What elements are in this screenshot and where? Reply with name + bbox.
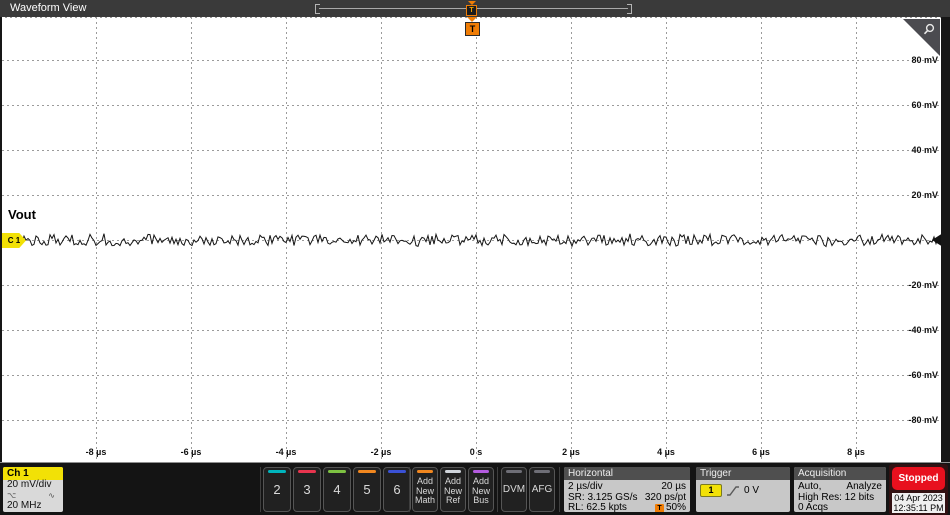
date-time: 04 Apr 2023 12:35:11 PM <box>892 493 945 513</box>
x-axis-label: -4 µs <box>275 447 297 457</box>
trigger-header: Trigger <box>696 467 790 480</box>
acquisition-panel[interactable]: Acquisition Auto, Analyze High Res: 12 b… <box>794 467 886 512</box>
y-axis-label: -40 mV <box>908 325 938 335</box>
x-axis-label: 0 s <box>469 447 483 457</box>
button-color-bar <box>445 470 461 473</box>
add-button-line: Math <box>414 495 435 506</box>
y-axis-label: 40 mV <box>911 145 938 155</box>
channel-color-bar <box>358 470 376 473</box>
channel-4-button[interactable]: 4 <box>323 467 351 512</box>
button-color-bar <box>417 470 433 473</box>
trigger-position-percent: T 50% <box>654 502 686 512</box>
channel-buttons: 2 3 4 5 6 <box>263 467 411 512</box>
rising-edge-icon <box>727 485 739 496</box>
y-axis-label: -80 mV <box>908 415 938 425</box>
overview-left-bracket <box>315 4 320 14</box>
y-axis-label: 80 mV <box>911 55 938 65</box>
channel-color-bar <box>268 470 286 473</box>
overview-trigger-marker[interactable]: T <box>466 1 477 16</box>
channel-6-button[interactable]: 6 <box>383 467 411 512</box>
separator <box>260 467 261 512</box>
channel-button-label: 4 <box>333 482 341 497</box>
record-length: RL: 62.5 kpts <box>568 502 627 512</box>
channel-color-bar <box>298 470 316 473</box>
run-state-block: Stopped 04 Apr 2023 12:35:11 PM <box>889 464 948 515</box>
time-per-div: 2 µs/div <box>568 481 603 492</box>
trigger-source-badge: 1 <box>700 484 722 497</box>
add-new-bus-button[interactable]: Add New Bus <box>468 467 494 512</box>
utility-button-label: DVM <box>502 484 526 495</box>
y-axis-label: -20 mV <box>908 280 938 290</box>
separator <box>409 467 410 512</box>
button-color-bar <box>534 470 550 473</box>
horizontal-panel[interactable]: Horizontal 2 µs/div 20 µs SR: 3.125 GS/s… <box>564 467 690 512</box>
date: 04 Apr 2023 <box>894 493 943 503</box>
horizontal-header: Horizontal <box>564 467 690 480</box>
channel1-bandwidth: 20 MHz <box>7 499 42 511</box>
channel-color-bar <box>328 470 346 473</box>
utility-button-label: AFG <box>531 484 553 495</box>
overview-right-bracket <box>627 4 632 14</box>
add-button-line: Bus <box>473 495 489 506</box>
x-axis-label: -6 µs <box>180 447 202 457</box>
y-axis-label: 60 mV <box>911 100 938 110</box>
add-new-buttons: Add New Math Add New Ref Add New Bus <box>412 467 494 512</box>
acq-mode: Auto, <box>798 481 822 492</box>
y-axis-label: -60 mV <box>908 370 938 380</box>
x-axis-label: 4 µs <box>657 447 675 457</box>
channel-button-label: 6 <box>393 482 401 497</box>
acq-analyze: Analyze <box>846 481 882 492</box>
acquisition-header: Acquisition <box>794 467 886 480</box>
trigger-level: 0 V <box>744 485 760 496</box>
time: 12:35:11 PM <box>893 503 944 513</box>
oscilloscope-screen: Waveform View T 80 mV 60 mV 40 mV 20 mV -20 … <box>0 0 950 515</box>
utility-buttons: DVM AFG <box>501 467 555 512</box>
add-button-line: Ref <box>445 495 460 506</box>
run-stop-button[interactable]: Stopped <box>892 467 945 490</box>
window-title: Waveform View <box>10 2 87 14</box>
graticule <box>0 17 950 462</box>
button-color-bar <box>473 470 489 473</box>
x-axis-label: 6 µs <box>752 447 770 457</box>
magnifier-icon <box>923 23 935 35</box>
trigger-panel[interactable]: Trigger 1 0 V <box>696 467 790 512</box>
probe-icon: ⌥ <box>7 490 17 500</box>
right-edge-band <box>941 17 950 462</box>
x-axis-label: -2 µs <box>370 447 392 457</box>
trigger-flag-label: T <box>465 22 480 36</box>
acq-count: 0 Acqs <box>798 502 829 512</box>
channel-button-label: 5 <box>363 482 371 497</box>
channel-5-button[interactable]: 5 <box>353 467 381 512</box>
separator <box>497 467 498 512</box>
x-axis-label: 2 µs <box>562 447 580 457</box>
x-axis-label: 8 µs <box>847 447 865 457</box>
trigger-position-icon: T <box>654 504 664 512</box>
overview-trigger-label: T <box>466 5 477 16</box>
sine-icon: ∿ <box>48 490 55 500</box>
trigger-position-flag[interactable]: T <box>465 17 480 36</box>
channel-button-label: 3 <box>303 482 311 497</box>
dvm-button[interactable]: DVM <box>501 467 527 512</box>
channel-color-bar <box>388 470 406 473</box>
bottom-toolbar: Ch 1 20 mV/div ⌥ ∿ 20 MHz 2 3 4 5 6 Add New Ma… <box>0 462 950 515</box>
waveform-label: Vout <box>8 207 36 222</box>
record-duration: 20 µs <box>661 481 686 492</box>
add-new-math-button[interactable]: Add New Math <box>412 467 438 512</box>
horizontal-overview[interactable]: T <box>315 1 632 16</box>
channel-button-label: 2 <box>273 482 281 497</box>
channel1-scale: 20 mV/div <box>7 479 52 490</box>
waveform-trace <box>13 232 939 248</box>
add-new-ref-button[interactable]: Add New Ref <box>440 467 466 512</box>
channel-3-button[interactable]: 3 <box>293 467 321 512</box>
separator <box>559 467 560 512</box>
channel-2-button[interactable]: 2 <box>263 467 291 512</box>
x-axis-label: -8 µs <box>85 447 107 457</box>
y-axis-label: 20 mV <box>911 190 938 200</box>
channel1-badge[interactable]: Ch 1 20 mV/div ⌥ ∿ 20 MHz <box>3 467 63 512</box>
afg-button[interactable]: AFG <box>529 467 555 512</box>
left-edge-band <box>0 17 2 462</box>
button-color-bar <box>506 470 522 473</box>
